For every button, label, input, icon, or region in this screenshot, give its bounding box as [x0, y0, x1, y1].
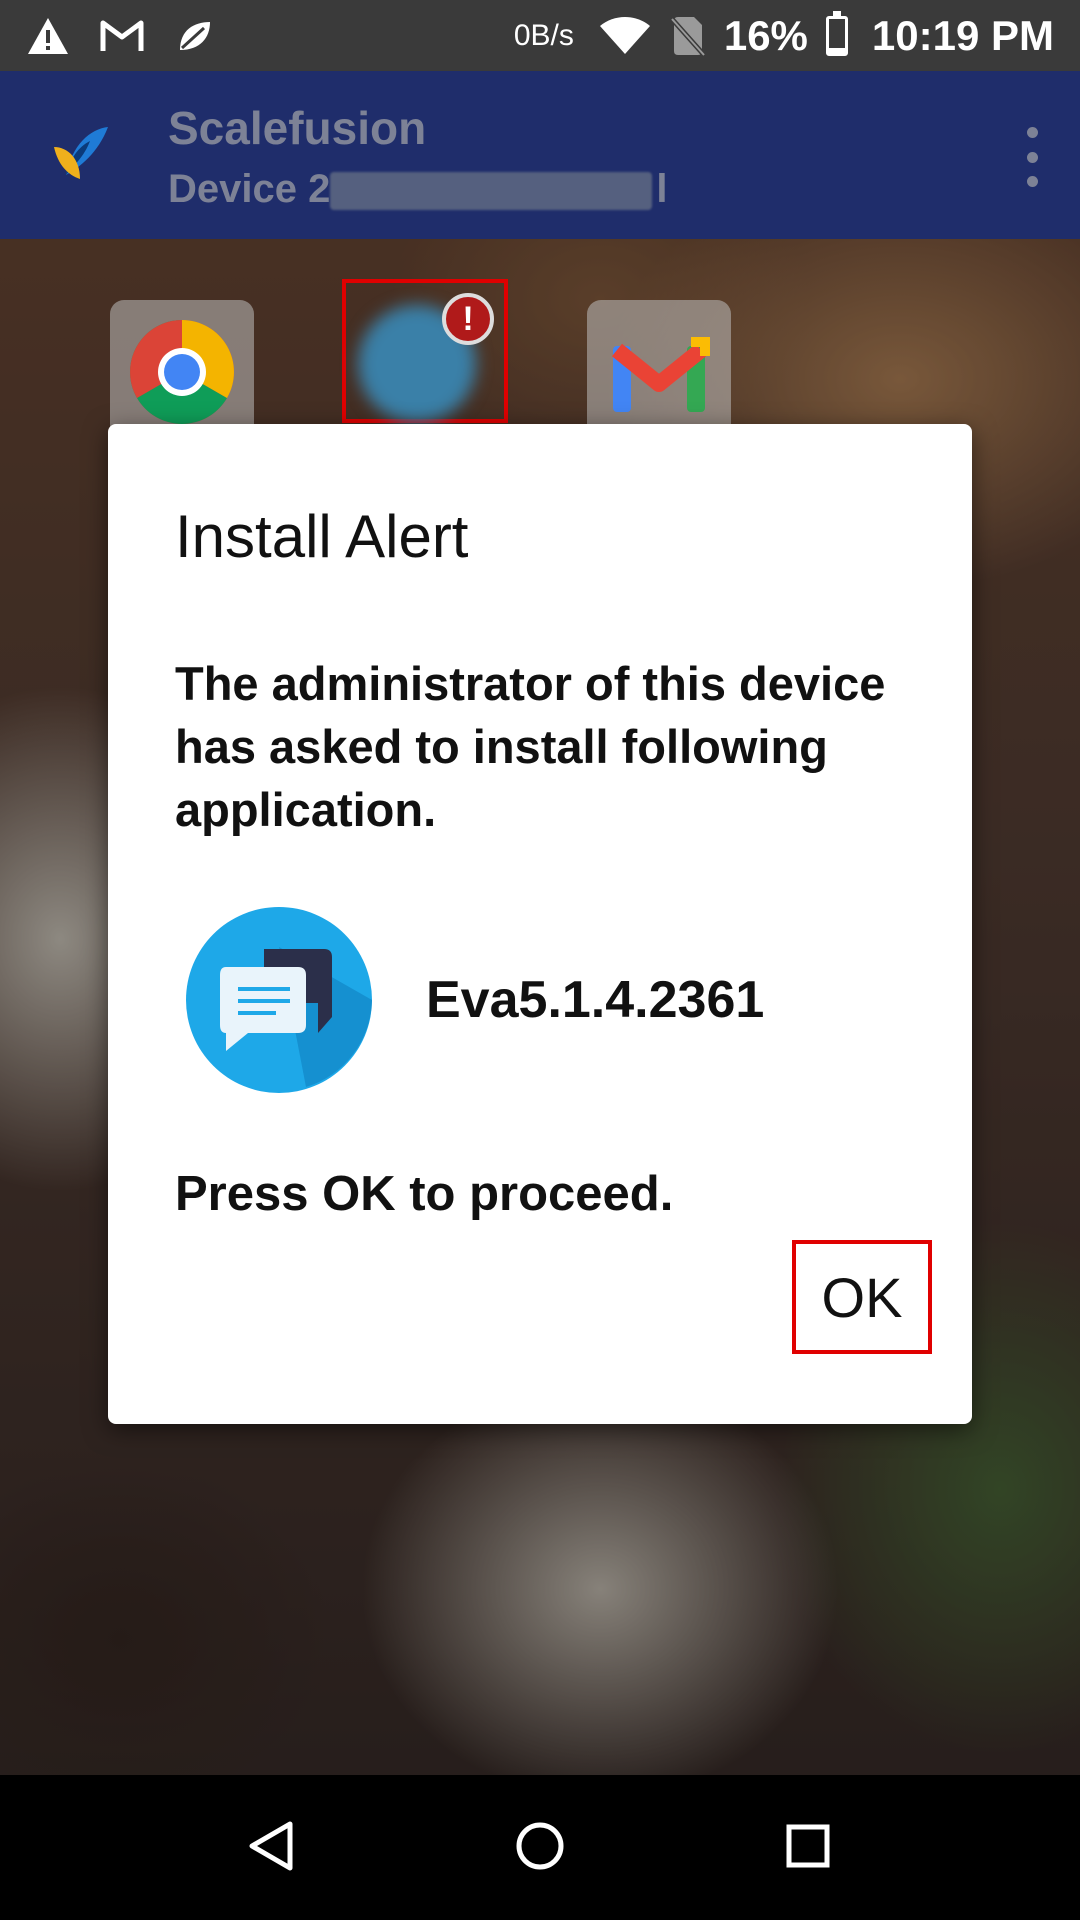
- chrome-icon: [130, 320, 234, 424]
- device-name: Device 2 l: [168, 167, 667, 212]
- chrome-app-icon[interactable]: [110, 300, 254, 444]
- menu-dot: [1026, 176, 1038, 187]
- app-to-install: Eva5.1.4.2361: [186, 907, 764, 1093]
- home-icon: [516, 1822, 564, 1870]
- recents-button[interactable]: [773, 1811, 843, 1881]
- leaf-notification-icon: [180, 22, 210, 50]
- gmail-notification-icon: [100, 20, 144, 51]
- device-name-suffix: l: [656, 167, 668, 211]
- ok-button[interactable]: OK: [792, 1240, 932, 1354]
- gmail-app-icon[interactable]: [587, 300, 731, 444]
- status-bar: 0B/s 16% 10:19 PM: [0, 0, 1080, 71]
- battery-fill: [828, 47, 845, 53]
- clock: 10:19 PM: [871, 12, 1054, 59]
- alert-badge: !: [442, 293, 494, 345]
- app-title: Scalefusion: [168, 102, 427, 154]
- dialog-message: The administrator of this device has ask…: [175, 657, 886, 836]
- app-bar: Scalefusion Device 2 l: [0, 71, 1080, 239]
- status-bar-notifications: [26, 10, 214, 62]
- no-sim-icon: [669, 17, 706, 57]
- overflow-menu-button[interactable]: [1012, 127, 1052, 187]
- gmail-icon: [611, 337, 710, 412]
- wifi-icon: [599, 17, 650, 54]
- menu-dot: [1026, 151, 1038, 163]
- app-name: Eva5.1.4.2361: [426, 971, 765, 1029]
- warning-icon: [28, 18, 68, 54]
- battery-icon: [825, 11, 848, 56]
- navigation-bar: [0, 1775, 1080, 1920]
- install-alert-dialog: Install Alert The administrator of this …: [108, 424, 972, 1424]
- scalefusion-logo-icon: [54, 127, 108, 179]
- back-button[interactable]: [236, 1811, 306, 1881]
- back-icon: [249, 1821, 293, 1871]
- eva-app-icon[interactable]: !: [342, 279, 508, 423]
- device-name-prefix: Device 2: [168, 167, 331, 211]
- eva-app-logo-icon: [186, 907, 372, 1093]
- redacted-device-id: [330, 172, 653, 211]
- battery-percent: 16%: [723, 12, 808, 59]
- recents-icon: [786, 1824, 830, 1868]
- dialog-title: Install Alert: [175, 503, 469, 570]
- status-bar-system: 0B/s 16% 10:19 PM: [514, 10, 1054, 62]
- home-button[interactable]: [505, 1811, 575, 1881]
- network-speed: 0B/s: [513, 19, 574, 52]
- menu-dot: [1026, 127, 1038, 138]
- proceed-instruction: Press OK to proceed.: [175, 1167, 674, 1221]
